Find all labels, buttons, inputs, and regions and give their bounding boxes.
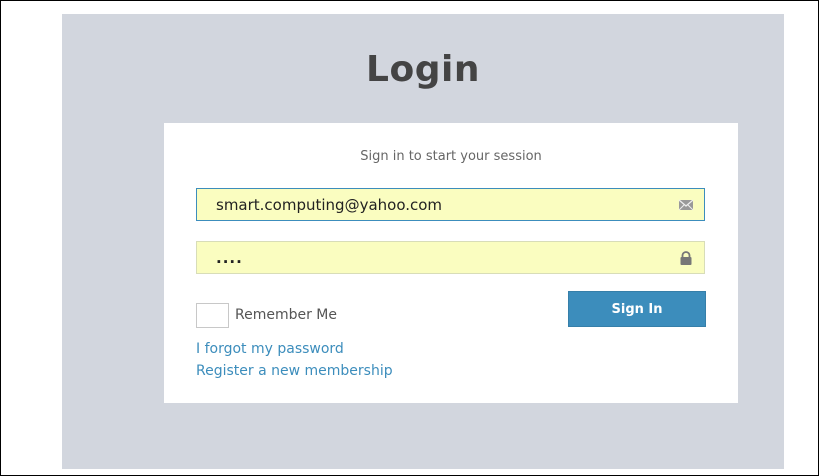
remember-me-label: Remember Me: [235, 307, 337, 323]
password-field[interactable]: [196, 241, 705, 274]
forgot-password-link[interactable]: I forgot my password: [196, 341, 344, 357]
login-box: Sign in to start your session Remember M…: [164, 123, 738, 403]
lock-icon: [680, 251, 692, 265]
register-link[interactable]: Register a new membership: [196, 363, 393, 379]
login-box-message: Sign in to start your session: [360, 149, 542, 164]
email-input[interactable]: [197, 189, 657, 220]
email-field[interactable]: [196, 188, 705, 221]
window-frame: Login Sign in to start your session Reme…: [0, 0, 819, 476]
page-title: Login: [366, 49, 480, 90]
password-input[interactable]: [197, 242, 657, 273]
remember-me-checkbox[interactable]: [196, 303, 229, 328]
envelope-icon: [678, 199, 694, 211]
sign-in-button[interactable]: Sign In: [568, 291, 706, 327]
